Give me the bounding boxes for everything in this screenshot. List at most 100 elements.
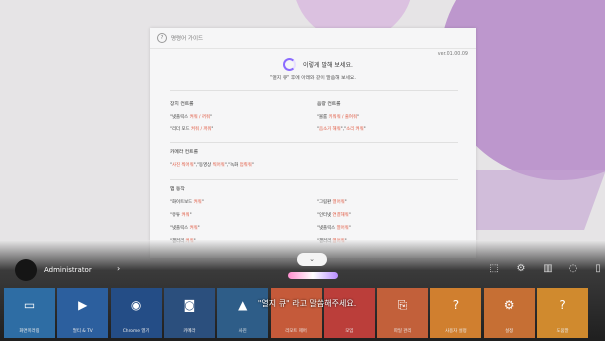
voice-prompt: "열지 큐" 라고 말씀해주세요.	[257, 299, 357, 308]
command-example: "리더 모드 켜줘 / 꺼줘"	[170, 126, 213, 132]
guide-icon: ?	[157, 33, 167, 43]
app-tile[interactable]: 모임	[323, 288, 375, 338]
command-text: "화이트보드	[170, 200, 194, 205]
command-text: "	[348, 213, 351, 218]
app-tile-label: 화면미러링	[19, 329, 40, 334]
command-example: "볼륨 키워줘 / 줄여줘"	[317, 114, 359, 120]
app-tile[interactable]: ◉ Chrome 열기	[110, 288, 162, 338]
avatar[interactable]	[15, 259, 37, 281]
command-example: "넷플릭스 켜줘 / 꺼줘"	[170, 114, 212, 120]
command-example: "인터넷 연결해줘"	[317, 212, 351, 218]
command-text: "	[211, 127, 214, 132]
app-tile-icon: ◙	[183, 298, 196, 312]
lock-icon[interactable]: ▯	[591, 262, 605, 276]
version-label: ver.01.00.09	[437, 52, 468, 57]
command-text: "볼륨	[317, 115, 329, 120]
app-tile-label: 파일 관리	[393, 329, 412, 334]
command-keyword: 켜줘	[193, 200, 202, 205]
command-text: "	[251, 163, 254, 168]
app-tile-label: 모임	[345, 329, 354, 334]
command-text: "인터넷	[317, 213, 333, 218]
command-text: "넷플릭스	[170, 115, 190, 120]
section-title: 음량 컨트롤	[317, 102, 341, 107]
app-tile-label: Chrome 열기	[122, 329, 150, 334]
command-text: ","녹화	[224, 163, 240, 168]
panel-header: ? 명령어 가이드	[150, 28, 476, 49]
command-text: ","동영상	[193, 163, 213, 168]
app-tile-label: 사용자 설정	[445, 329, 467, 334]
command-text: "유튜	[170, 213, 182, 218]
command-example: "유튜 켜줘"	[170, 212, 192, 218]
app-tile-icon: ?	[452, 298, 460, 312]
app-tile-icon: ⎘	[397, 298, 408, 312]
app-tile[interactable]: ? 도움말	[537, 288, 588, 338]
account-chevron-icon[interactable]: ›	[117, 264, 120, 273]
command-example: "넷플릭스 켜줘"	[170, 225, 200, 231]
command-keyword: 켜줘 / 꺼줘	[189, 115, 211, 120]
command-text: "넷플릭스	[317, 226, 337, 231]
command-example: "그림판 열어줘"	[317, 199, 347, 205]
app-tile[interactable]: ▶ 멀티 & TV	[57, 288, 109, 338]
command-text: "넷플릭스	[170, 226, 190, 231]
app-tile-icon: ⚙	[503, 298, 515, 312]
app-tile-label: 멀티 & TV	[72, 329, 93, 334]
command-text: "	[201, 200, 204, 205]
command-text: "	[344, 200, 347, 205]
command-keyword: 찍어줘	[212, 163, 225, 168]
app-tile[interactable]: ◙ 카메라	[163, 288, 215, 338]
command-example: "화이트보드 켜줘"	[170, 199, 204, 205]
power-icon[interactable]: ◌	[566, 262, 580, 276]
command-text: "리더 모드	[170, 127, 191, 132]
command-text: "	[189, 213, 192, 218]
command-text: "	[363, 127, 366, 132]
command-keyword: 열어줘	[336, 226, 349, 231]
command-example: "음소거 해줘","소리 켜줘"	[317, 126, 366, 132]
app-tile-label: 리모트 제어	[285, 329, 307, 334]
app-tiles: ▭ 화면미러링 ▶ 멀티 & TV ◉ Chrome 열기 ◙ 카메라 ▲ 사진리모트 제어 모임 ⎘…	[4, 288, 604, 338]
command-text: "	[210, 115, 213, 120]
app-tile[interactable]: ⎘ 파일 관리	[377, 288, 429, 338]
command-keyword: 키워줘 / 줄여줘	[328, 115, 358, 120]
voice-listening-indicator	[288, 272, 338, 279]
divider	[170, 179, 458, 180]
app-tile-icon: ?	[559, 298, 566, 312]
collapse-button[interactable]: ⌄	[297, 253, 327, 266]
command-keyword: 멈춰줘	[239, 163, 252, 168]
command-example: "사진 찍어줘","동영상 찍어줘","녹화 멈춰줘"	[170, 162, 254, 168]
section-title: 앱 동작	[170, 187, 185, 192]
command-text: "	[197, 226, 200, 231]
app-tile-icon: ◉	[130, 298, 142, 312]
app-tile-icon: ▶	[78, 298, 88, 312]
app-tile[interactable]: ▭ 화면미러링	[4, 288, 55, 338]
command-keyword: 켜줘 / 꺼줘	[190, 127, 212, 132]
app-tile[interactable]: ⚙ 설정	[483, 288, 535, 338]
screen-icon[interactable]: ⬚	[487, 262, 501, 276]
app-tile[interactable]: ▲ 사진	[217, 288, 269, 338]
command-keyword: 켜줘	[181, 213, 190, 218]
command-text: "	[357, 115, 360, 120]
app-tile-icon: ▭	[23, 298, 36, 312]
account-name[interactable]: Administrator	[44, 266, 92, 274]
say-title: 이렇게 말해 보세요.	[303, 62, 353, 69]
app-tile[interactable]: 리모트 제어	[270, 288, 322, 338]
app-tile-label: 도움말	[556, 329, 569, 334]
app-tile-label: 사진	[238, 329, 247, 334]
command-text: "그림판	[317, 200, 333, 205]
divider	[170, 90, 458, 91]
divider	[170, 142, 458, 143]
command-example: "넷플릭스 열어줘"	[317, 225, 351, 231]
command-keyword: 음소거 해줘	[319, 127, 341, 132]
settings-icon[interactable]: ⚙	[514, 262, 528, 276]
app-tile-label: 설정	[505, 329, 514, 334]
window-icon[interactable]: ▥	[541, 262, 555, 276]
command-keyword: 열어줘	[332, 200, 345, 205]
command-keyword: 연결해줘	[332, 213, 349, 218]
section-title: 카메라 컨트롤	[170, 150, 199, 155]
app-tile-label: 카메라	[183, 329, 196, 334]
command-text: "	[348, 226, 351, 231]
listening-spinner-icon	[283, 58, 296, 71]
say-subtitle: "열지 큐" 후에 아래와 같이 말씀해 보세요.	[270, 76, 356, 81]
section-title: 장치 컨트롤	[170, 102, 194, 107]
app-tile[interactable]: ? 사용자 설정	[430, 288, 482, 338]
command-keyword: 사진 찍어줘	[172, 163, 194, 168]
